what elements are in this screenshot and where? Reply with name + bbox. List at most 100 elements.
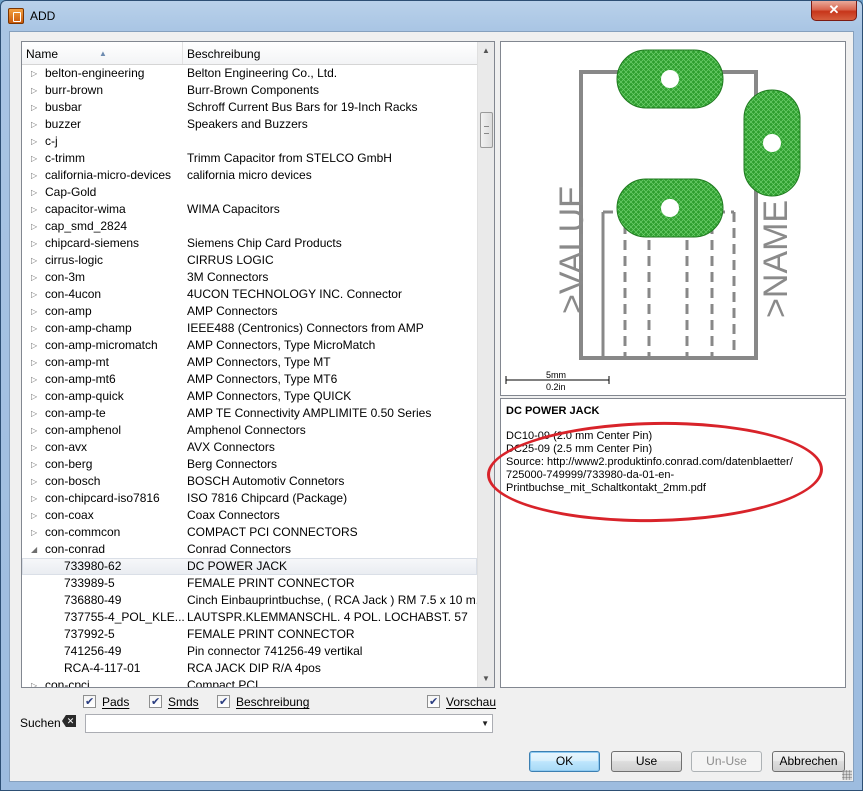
list-item[interactable]: ▷ c-j [22, 133, 477, 150]
clear-search-icon[interactable]: ✕ [62, 715, 76, 727]
list-item[interactable]: 741256-49 Pin connector 741256-49 vertika… [22, 643, 477, 660]
list-item-name: buzzer [45, 117, 82, 131]
expand-arrow-icon[interactable]: ▷ [31, 252, 39, 269]
expand-arrow-icon[interactable]: ▷ [31, 286, 39, 303]
list-item[interactable]: ▷ con-berg Berg Connectors [22, 456, 477, 473]
expand-arrow-icon[interactable]: ▷ [31, 99, 39, 116]
list-item[interactable]: ▷ buzzer Speakers and Buzzers [22, 116, 477, 133]
expand-arrow-icon[interactable]: ▷ [31, 439, 39, 456]
list-item[interactable]: ▷ belton-engineering Belton Engineering Co… [22, 65, 477, 82]
expand-arrow-icon[interactable]: ▷ [31, 218, 39, 235]
list-item[interactable]: ▷ Cap-Gold [22, 184, 477, 201]
expand-arrow-icon[interactable]: ▷ [31, 337, 39, 354]
list-item[interactable]: ▷ con-amp-quick AMP Connectors, Type QUICK [22, 388, 477, 405]
expand-arrow-icon[interactable]: ▷ [31, 371, 39, 388]
beschreibung-checkbox[interactable]: Beschreibung [217, 694, 327, 710]
list-item[interactable]: ▷ con-amp AMP Connectors [22, 303, 477, 320]
expand-arrow-icon[interactable]: ▷ [31, 473, 39, 490]
search-combobox[interactable]: ▼ [85, 714, 493, 733]
list-item[interactable]: ▷ c-trimm Trimm Capacitor from STELCO GmbH [22, 150, 477, 167]
expand-arrow-icon[interactable]: ▷ [31, 303, 39, 320]
list-item[interactable]: ▷ california-micro-devices california micr… [22, 167, 477, 184]
scroll-up-arrow-icon[interactable]: ▲ [478, 42, 494, 59]
list-item[interactable]: ▷ con-amp-micromatch AMP Connectors, Type … [22, 337, 477, 354]
title-bar[interactable]: ADD ✕ [1, 1, 862, 31]
unuse-button[interactable]: Un-Use [691, 751, 762, 772]
list-item[interactable]: ▷ con-commcon COMPACT PCI CONNECTORS [22, 524, 477, 541]
list-item[interactable]: ◢ con-conrad Conrad Connectors [22, 541, 477, 558]
expand-arrow-icon[interactable]: ▷ [31, 167, 39, 184]
list-item-name: con-berg [45, 457, 93, 471]
column-header-name[interactable]: Name ▲ [22, 42, 183, 64]
expand-arrow-icon[interactable]: ▷ [31, 184, 39, 201]
expand-arrow-icon[interactable]: ▷ [31, 456, 39, 473]
list-item-name: con-3m [45, 270, 86, 284]
list-item-description: 3M Connectors [187, 270, 269, 284]
scroll-down-arrow-icon[interactable]: ▼ [478, 670, 494, 687]
list-item[interactable]: ▷ capacitor-wima WIMA Capacitors [22, 201, 477, 218]
list-item-name: con-avx [45, 440, 88, 454]
expand-arrow-icon[interactable]: ▷ [31, 490, 39, 507]
list-vertical-scrollbar[interactable]: ▲ ▼ [477, 42, 494, 687]
list-item[interactable]: ▷ chipcard-siemens Siemens Chip Card Produ… [22, 235, 477, 252]
list-item-name: burr-brown [45, 83, 104, 97]
dropdown-arrow-icon[interactable]: ▼ [481, 715, 489, 732]
list-item[interactable]: ▷ con-4ucon 4UCON TECHNOLOGY INC. Connecto… [22, 286, 477, 303]
list-item[interactable]: 737992-5 FEMALE PRINT CONNECTOR [22, 626, 477, 643]
list-item[interactable]: ▷ cirrus-logic CIRRUS LOGIC [22, 252, 477, 269]
list-item[interactable]: 737755-4_POL_KLE... LAUTSPR.KLEMMANSCHL. … [22, 609, 477, 626]
expand-arrow-icon[interactable]: ▷ [31, 269, 39, 286]
expand-arrow-icon[interactable]: ▷ [31, 65, 39, 82]
list-item[interactable]: ▷ con-cpci Compact PCI [22, 677, 477, 687]
list-item-description: Cinch Einbauprintbuchse, ( RCA Jack ) RM… [187, 593, 477, 607]
use-button[interactable]: Use [611, 751, 682, 772]
expand-arrow-icon[interactable]: ▷ [31, 235, 39, 252]
expand-arrow-icon[interactable]: ▷ [31, 524, 39, 541]
list-item[interactable]: ▷ busbar Schroff Current Bus Bars for 19-I… [22, 99, 477, 116]
list-item[interactable]: ▷ con-3m 3M Connectors [22, 269, 477, 286]
ok-button[interactable]: OK [529, 751, 600, 772]
list-item[interactable]: ▷ con-amp-mt6 AMP Connectors, Type MT6 [22, 371, 477, 388]
list-item[interactable]: ▷ con-amp-te AMP TE Connectivity AMPLIMITE… [22, 405, 477, 422]
list-item[interactable]: ▷ con-amphenol Amphenol Connectors [22, 422, 477, 439]
resize-grip-icon[interactable] [842, 770, 852, 780]
expand-arrow-icon[interactable]: ▷ [31, 320, 39, 337]
list-item[interactable]: ▷ burr-brown Burr-Brown Components [22, 82, 477, 99]
list-item-description: ISO 7816 Chipcard (Package) [187, 491, 348, 505]
list-item-name: cirrus-logic [45, 253, 104, 267]
expand-arrow-icon[interactable]: ▷ [31, 150, 39, 167]
smds-checkbox[interactable]: Smds [149, 694, 209, 710]
column-header-description[interactable]: Beschreibung [183, 42, 481, 64]
expand-arrow-icon[interactable]: ▷ [31, 133, 39, 150]
expand-arrow-icon[interactable]: ▷ [31, 405, 39, 422]
scrollbar-thumb[interactable] [480, 112, 493, 148]
list-item-name: cap_smd_2824 [45, 219, 128, 233]
list-item[interactable]: 736880-49 Cinch Einbauprintbuchse, ( RCA … [22, 592, 477, 609]
list-item[interactable]: ▷ cap_smd_2824 [22, 218, 477, 235]
list-item-description: Schroff Current Bus Bars for 19-Inch Rac… [187, 100, 418, 114]
list-item[interactable]: ▷ con-coax Coax Connectors [22, 507, 477, 524]
expand-arrow-icon[interactable]: ▷ [31, 82, 39, 99]
list-item[interactable]: ▷ con-avx AVX Connectors [22, 439, 477, 456]
expand-arrow-icon[interactable]: ▷ [31, 422, 39, 439]
list-item[interactable]: RCA-4-117-01 RCA JACK DIP R/A 4pos [22, 660, 477, 677]
expand-arrow-icon[interactable]: ▷ [31, 507, 39, 524]
list-item[interactable]: 733980-62 DC POWER JACK [22, 558, 477, 575]
list-item-name: Cap-Gold [45, 185, 97, 199]
list-item[interactable]: 733989-5 FEMALE PRINT CONNECTOR [22, 575, 477, 592]
collapse-arrow-icon[interactable]: ◢ [31, 541, 39, 558]
expand-arrow-icon[interactable]: ▷ [31, 116, 39, 133]
expand-arrow-icon[interactable]: ▷ [31, 354, 39, 371]
library-tree-list[interactable]: Name ▲ Beschreibung ▷ belton-engineering B… [21, 41, 495, 688]
expand-arrow-icon[interactable]: ▷ [31, 388, 39, 405]
vorschau-checkbox[interactable]: Vorschau [427, 694, 496, 710]
list-item[interactable]: ▷ con-bosch BOSCH Automotiv Connetors [22, 473, 477, 490]
pads-checkbox[interactable]: Pads [83, 694, 143, 710]
list-item[interactable]: ▷ con-amp-champ IEEE488 (Centronics) Conne… [22, 320, 477, 337]
list-item[interactable]: ▷ con-chipcard-iso7816 ISO 7816 Chipcard (… [22, 490, 477, 507]
list-item[interactable]: ▷ con-amp-mt AMP Connectors, Type MT [22, 354, 477, 371]
expand-arrow-icon[interactable]: ▷ [31, 677, 39, 687]
expand-arrow-icon[interactable]: ▷ [31, 201, 39, 218]
cancel-button[interactable]: Abbrechen [772, 751, 845, 772]
close-button[interactable]: ✕ [811, 1, 857, 21]
